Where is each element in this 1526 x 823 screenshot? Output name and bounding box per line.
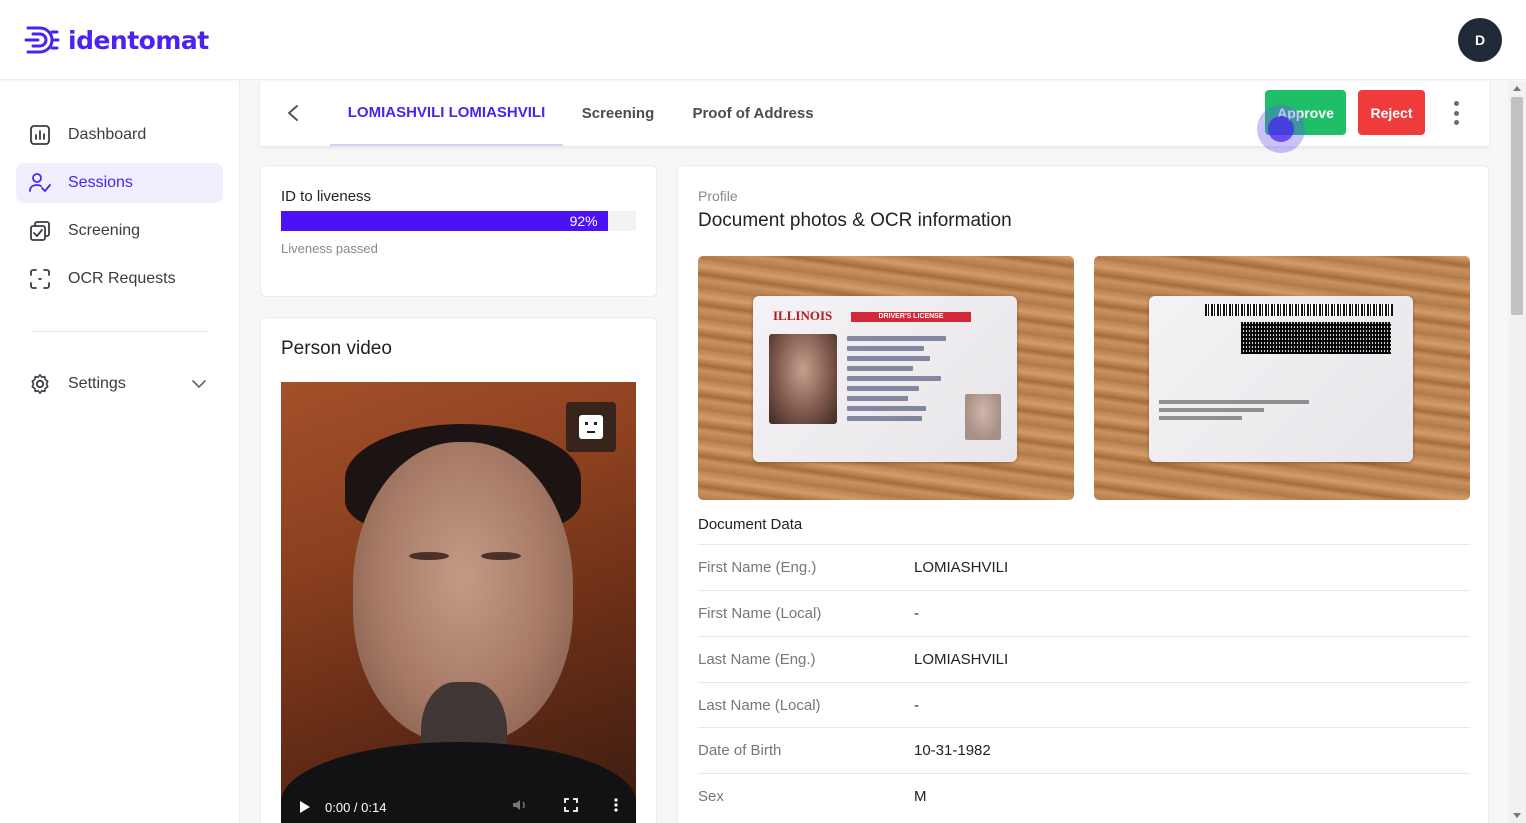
field-value: LOMIASHVILI <box>914 559 1009 576</box>
tab-person[interactable]: LOMIASHVILI LOMIASHVILI <box>330 81 563 146</box>
document-front-photo[interactable]: ILLINOIS DRIVER'S LICENSE <box>698 256 1074 500</box>
users-check-icon <box>28 171 52 195</box>
bar-chart-icon <box>28 123 52 147</box>
tab-screening[interactable]: Screening <box>573 81 663 146</box>
video-frame-eye <box>409 552 449 560</box>
liveness-title: ID to liveness <box>281 188 372 205</box>
document-data-row: Date of Birth 10-31-1982 <box>698 727 1470 773</box>
field-label: Last Name (Local) <box>698 697 821 714</box>
id-card-state: ILLINOIS <box>773 308 833 323</box>
video-frame-eye <box>481 552 521 560</box>
sidebar-divider <box>32 331 208 332</box>
play-icon[interactable] <box>299 800 311 814</box>
logo[interactable]: identomat <box>24 22 209 58</box>
sidebar-item-label: Settings <box>68 375 126 392</box>
sidebar-item-label: Screening <box>68 222 141 239</box>
scroll-down-icon[interactable] <box>1513 813 1521 818</box>
field-value: 10-31-1982 <box>914 742 991 759</box>
sidebar-item-sessions[interactable]: Sessions <box>16 163 223 203</box>
id-card-front: ILLINOIS DRIVER'S LICENSE <box>753 296 1017 462</box>
liveness-status: Liveness passed <box>281 241 378 256</box>
sidebar-item-label: OCR Requests <box>68 270 176 287</box>
liveness-progress-fill: 92% <box>281 211 608 231</box>
field-value: - <box>914 605 919 622</box>
fullscreen-icon[interactable] <box>564 798 578 812</box>
reject-button[interactable]: Reject <box>1358 90 1425 135</box>
tab-proof-of-address[interactable]: Proof of Address <box>685 81 821 146</box>
session-tab-bar: LOMIASHVILI LOMIASHVILI Screening Proof … <box>260 81 1489 146</box>
barcode-2d <box>1241 322 1391 354</box>
volume-icon[interactable] <box>512 798 528 812</box>
page-scrollbar[interactable] <box>1508 81 1526 823</box>
document-data-row: Last Name (Eng.) LOMIASHVILI <box>698 636 1470 682</box>
document-data-row: First Name (Local) - <box>698 590 1470 636</box>
document-back-photo[interactable] <box>1094 256 1470 500</box>
top-bar: identomat D <box>0 0 1526 80</box>
person-video-card: Person video 0:00 / 0:14 <box>260 317 657 823</box>
logo-text: identomat <box>68 25 209 55</box>
id-card-portrait <box>769 334 837 424</box>
profile-title: Document photos & OCR information <box>698 210 1012 231</box>
liveness-card: ID to liveness 92% Liveness passed <box>260 165 657 297</box>
chevron-down-icon[interactable] <box>191 376 207 392</box>
video-title: Person video <box>281 338 392 359</box>
video-time: 0:00 / 0:14 <box>325 799 387 815</box>
field-label: Last Name (Eng.) <box>698 651 816 668</box>
logo-mark-icon <box>24 26 60 54</box>
gear-icon <box>28 372 52 396</box>
sidebar: Dashboard Sessions Screening OCR Request… <box>0 81 240 823</box>
field-label: Date of Birth <box>698 742 782 759</box>
scan-frame-icon <box>28 267 52 291</box>
more-options-icon[interactable] <box>1450 99 1462 127</box>
scroll-thumb[interactable] <box>1511 97 1523 315</box>
scroll-up-icon[interactable] <box>1513 86 1521 91</box>
profile-card: Profile Document photos & OCR informatio… <box>677 165 1489 823</box>
cursor-dot <box>1268 116 1294 142</box>
document-data-title: Document Data <box>698 516 803 533</box>
field-value: LOMIASHVILI <box>914 651 1009 668</box>
profile-kicker: Profile <box>698 188 738 204</box>
document-data-row: First Name (Eng.) LOMIASHVILI <box>698 544 1470 590</box>
robot-face-icon[interactable] <box>566 402 616 452</box>
sidebar-item-screening[interactable]: Screening <box>16 211 223 251</box>
avatar[interactable]: D <box>1458 18 1502 62</box>
sidebar-item-ocr-requests[interactable]: OCR Requests <box>16 259 223 299</box>
id-card-ghost-portrait <box>965 394 1001 440</box>
sidebar-item-label: Dashboard <box>68 126 147 143</box>
field-value: M <box>914 788 927 805</box>
sidebar-item-label: Sessions <box>68 174 133 191</box>
person-video[interactable]: 0:00 / 0:14 <box>281 382 636 823</box>
field-label: Sex <box>698 788 724 805</box>
sidebar-item-dashboard[interactable]: Dashboard <box>16 115 223 155</box>
field-value: - <box>914 697 919 714</box>
video-more-icon[interactable] <box>614 798 618 812</box>
barcode-1d <box>1205 304 1393 316</box>
document-data-row: Sex M <box>698 773 1470 819</box>
id-card-back <box>1149 296 1413 462</box>
field-label: First Name (Local) <box>698 605 822 622</box>
liveness-progress-bar: 92% <box>281 211 636 231</box>
video-controls: 0:00 / 0:14 <box>281 790 636 823</box>
back-arrow-icon[interactable] <box>282 102 304 124</box>
id-card-text-lines <box>847 336 957 426</box>
field-label: First Name (Eng.) <box>698 559 817 576</box>
liveness-percent: 92% <box>569 213 598 229</box>
id-card-tag: DRIVER'S LICENSE <box>851 312 971 322</box>
document-data-row: Last Name (Local) - <box>698 682 1470 728</box>
id-card-back-text <box>1159 400 1309 424</box>
sidebar-item-settings[interactable]: Settings <box>16 364 223 404</box>
copy-check-icon <box>28 219 52 243</box>
